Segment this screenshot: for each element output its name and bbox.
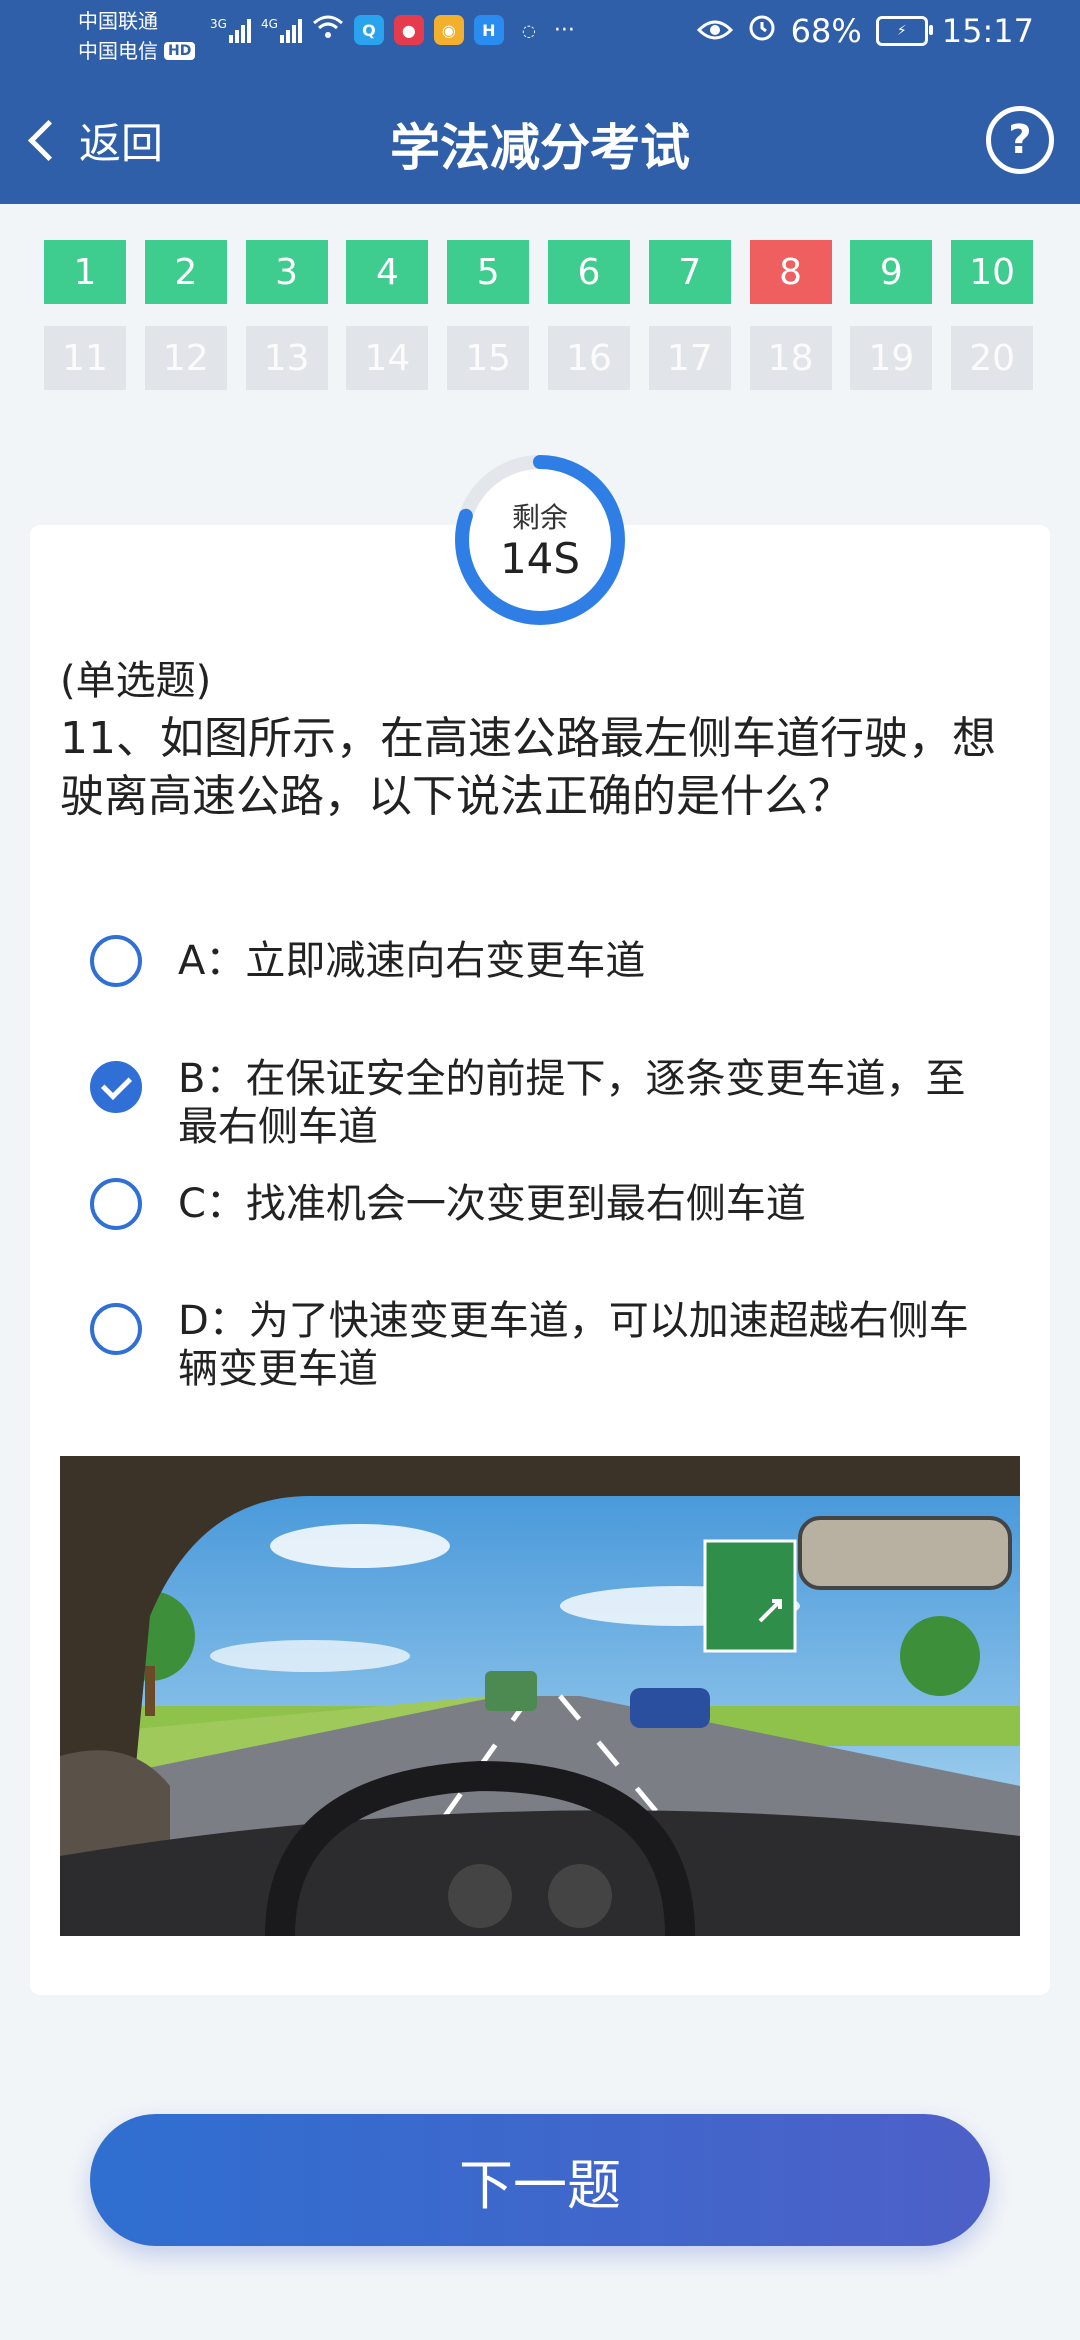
hd-badge: HD: [164, 42, 196, 60]
question-mark-icon: ?: [1008, 117, 1032, 163]
timer-value: 14S: [499, 534, 581, 583]
battery-percent: 68%: [790, 12, 862, 50]
question-number-9[interactable]: 9: [850, 240, 933, 304]
status-icons: 3G 4G Q ● ◉ H ◌ ···: [210, 14, 575, 46]
radio-icon[interactable]: [90, 1178, 142, 1230]
question-number-12[interactable]: 12: [144, 326, 227, 390]
countdown-timer: 剩余 14S: [452, 452, 628, 628]
carrier-1: 中国联通: [78, 9, 158, 33]
question-number-10[interactable]: 10: [951, 240, 1034, 304]
question-grid: 1 2 3 4 5 6 7 8 9 10 11 12 13 14 15 16 17 18 19 20: [44, 240, 1044, 390]
question-illustration: [60, 1456, 1020, 1936]
question-number-4[interactable]: 4: [346, 240, 429, 304]
option-c-label: C：找准机会一次变更到最右侧车道: [178, 1181, 806, 1227]
question-number-13[interactable]: 13: [245, 326, 328, 390]
status-bar: 中国联通 中国电信 HD 3G 4G Q ● ◉ H ◌ ··· 68% ⚡ 15…: [0, 0, 1080, 70]
option-b-label: B：在保证安全的前提下，逐条变更车道，至最右侧车道: [178, 1056, 966, 1150]
option-d[interactable]: D：为了快速变更车道，可以加速超越右侧车辆变更车道: [90, 1297, 978, 1393]
timer-label: 剩余: [511, 501, 568, 534]
option-c[interactable]: C：找准机会一次变更到最右侧车道: [90, 1178, 978, 1230]
option-d-label: D：为了快速变更车道，可以加速超越右侧车辆变更车道: [178, 1298, 969, 1392]
question-number-16[interactable]: 16: [547, 326, 630, 390]
question-number-6[interactable]: 6: [547, 240, 630, 304]
eye-icon: [696, 12, 733, 50]
question-number-18[interactable]: 18: [749, 326, 832, 390]
question-number-3[interactable]: 3: [245, 240, 328, 304]
option-a-label: A：立即减速向右变更车道: [178, 938, 646, 984]
battery-icon: ⚡: [875, 16, 933, 46]
weibo-icon: ◉: [433, 15, 464, 45]
option-a[interactable]: A：立即减速向右变更车道: [90, 935, 978, 987]
clock: 15:17: [941, 12, 1034, 50]
alarm-icon: [747, 12, 777, 50]
question-number-17[interactable]: 17: [648, 326, 731, 390]
checkmark-icon: [100, 1068, 132, 1100]
radio-checked-icon[interactable]: [90, 1061, 142, 1113]
app-icon: ●: [393, 15, 424, 45]
carrier-info: 中国联通 中国电信 HD: [78, 6, 196, 66]
question-number-11[interactable]: 11: [44, 326, 126, 390]
question-number-15[interactable]: 15: [447, 326, 530, 390]
help-button[interactable]: ?: [986, 106, 1054, 174]
next-question-button[interactable]: 下一题: [90, 2114, 990, 2246]
question-number-2[interactable]: 2: [144, 240, 227, 304]
app-header: 返回 学法减分考试 ?: [0, 70, 1080, 204]
question-number-5[interactable]: 5: [447, 240, 530, 304]
question-number-1[interactable]: 1: [44, 240, 126, 304]
question-number-8[interactable]: 8: [749, 240, 832, 304]
option-b[interactable]: B：在保证安全的前提下，逐条变更车道，至最右侧车道: [90, 1055, 978, 1151]
signal-2-icon: 4G: [261, 17, 302, 43]
question-type: (单选题): [60, 658, 212, 704]
h-app-icon: H: [473, 15, 504, 45]
radio-icon[interactable]: [90, 935, 142, 987]
next-question-label: 下一题: [459, 2153, 621, 2217]
page-title: 学法减分考试: [390, 119, 690, 177]
network-type-1: 3G: [210, 17, 227, 31]
network-type-2: 4G: [260, 17, 278, 31]
question-number-14[interactable]: 14: [346, 326, 429, 390]
signal-1-icon: 3G: [210, 17, 251, 43]
carrier-2: 中国电信: [78, 39, 158, 63]
radio-icon[interactable]: [90, 1303, 142, 1355]
more-icon: ···: [553, 17, 575, 43]
question-number-20[interactable]: 20: [951, 326, 1034, 390]
wechat-icon: ◌: [521, 20, 536, 40]
question-number-19[interactable]: 19: [850, 326, 933, 390]
status-right: 68% ⚡ 15:17: [696, 12, 1034, 50]
question-text: 11、如图所示，在高速公路最左侧车道行驶，想驶离高速公路，以下说法正确的是什么？: [60, 713, 996, 822]
wifi-icon: [312, 14, 344, 46]
question-number-7[interactable]: 7: [648, 240, 731, 304]
search-app-icon: Q: [353, 15, 384, 45]
